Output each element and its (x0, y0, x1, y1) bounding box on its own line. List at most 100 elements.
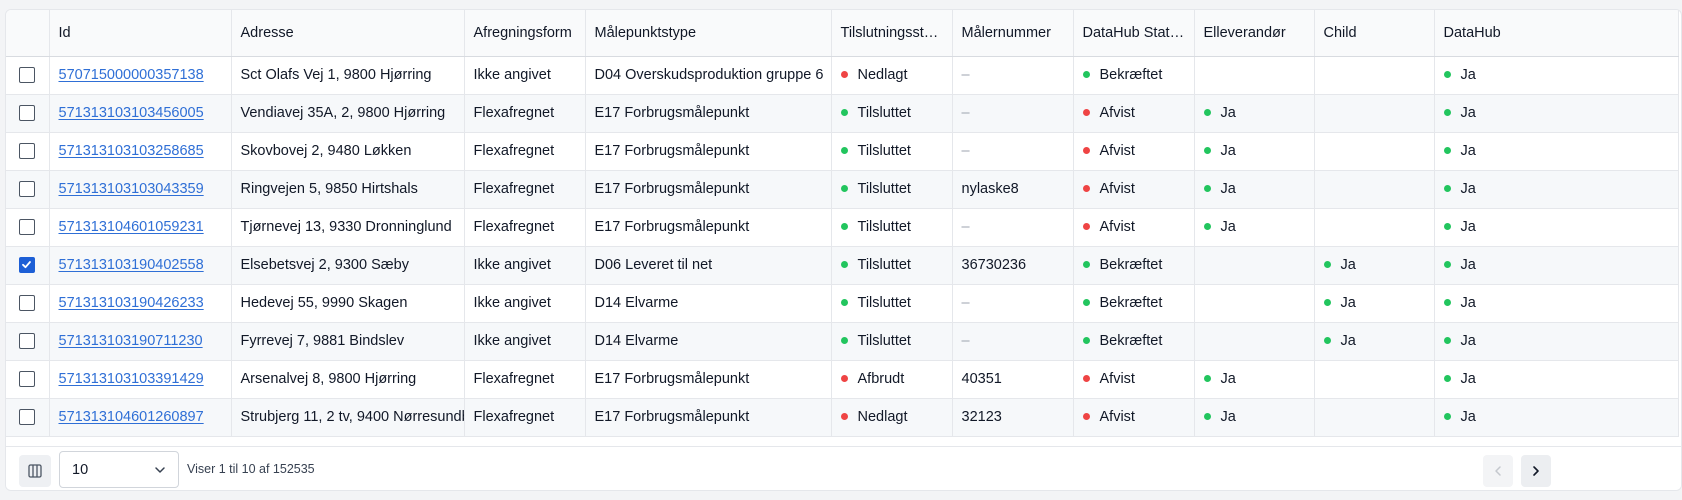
table-footer: 10 Viser 1 til 10 af 152535 (6, 446, 1681, 490)
metering-point-id-link[interactable]: 571313103190426233 (59, 295, 204, 311)
row-checkbox[interactable] (19, 333, 36, 350)
maalernummer-text: – (961, 333, 970, 349)
metering-point-id-link[interactable]: 571313104601260897 (59, 409, 204, 425)
elleverandor-text: Ja (1220, 371, 1236, 387)
table-row[interactable]: 571313103190402558 Elsebetsvej 2, 9300 Sæ… (6, 246, 1679, 285)
child-dot-icon (1323, 298, 1331, 306)
datahub-status-cell: Bekræftet (1073, 284, 1195, 323)
page-size-select[interactable]: 10 (59, 451, 179, 488)
maalernummer-text: – (961, 105, 970, 121)
column-header-elleverandor[interactable]: Elleverandør (1194, 10, 1315, 57)
column-header-tilslutningsstatus[interactable]: Tilslutningsstatus (831, 10, 953, 57)
column-header-adresse[interactable]: Adresse (231, 10, 465, 57)
row-checkbox[interactable] (19, 67, 36, 84)
row-checkbox[interactable] (19, 181, 36, 198)
maalernummer-cell: – (952, 208, 1074, 247)
tilslutningsstatus-cell: Tilsluttet (831, 170, 953, 209)
column-header-datahub[interactable]: DataHub (1434, 10, 1679, 57)
child-cell: Ja (1314, 246, 1435, 285)
tilslutningsstatus-dot-icon (840, 260, 848, 268)
datahub-status-cell: Bekræftet (1073, 56, 1195, 95)
metering-point-id-link[interactable]: 571313103103043359 (59, 181, 204, 197)
datahub-status-cell: Afvist (1073, 94, 1195, 133)
table-row[interactable]: 571313104601059231 Tjørnevej 13, 9330 Dro… (6, 208, 1679, 247)
column-header-child[interactable]: Child (1314, 10, 1435, 57)
maalernummer-text: 32123 (961, 409, 1002, 425)
metering-point-id-link[interactable]: 571313103103258685 (59, 143, 204, 159)
row-select-cell (6, 398, 50, 437)
adresse-cell: Strubjerg 11, 2 tv, 9400 Nørresundby (231, 398, 465, 437)
next-page-button[interactable] (1521, 455, 1551, 487)
child-dot-icon (1323, 336, 1331, 344)
datahub-status-cell: Afvist (1073, 398, 1195, 437)
tilslutningsstatus-cell: Tilsluttet (831, 322, 953, 361)
metering-point-id-link[interactable]: 571313103103456005 (59, 105, 204, 121)
column-header-datahub-status[interactable]: DataHub Status (1073, 10, 1195, 57)
child-text: Ja (1340, 295, 1356, 311)
metering-point-id-link[interactable]: 571313104601059231 (59, 219, 204, 235)
elleverandor-cell: Ja (1194, 208, 1315, 247)
row-checkbox[interactable] (19, 257, 36, 274)
tilslutningsstatus-text: Tilsluttet (857, 257, 911, 273)
metering-point-id-link[interactable]: 571313103190711230 (59, 333, 203, 349)
datahub-status-dot-icon (1082, 146, 1090, 154)
table-row[interactable]: 571313103190711230 Fyrrevej 7, 9881 Binds… (6, 322, 1679, 361)
elleverandor-cell (1194, 284, 1315, 323)
maalepunktstype-cell: E17 Forbrugsmålepunkt (585, 208, 832, 247)
column-header-maalepunktstype[interactable]: Målepunktstype (585, 10, 832, 57)
elleverandor-dot-icon (1203, 222, 1211, 230)
previous-page-button[interactable] (1483, 455, 1513, 487)
elleverandor-text: Ja (1220, 143, 1236, 159)
datahub-dot-icon (1443, 412, 1451, 420)
adresse-cell: Tjørnevej 13, 9330 Dronninglund (231, 208, 465, 247)
maalernummer-text: – (961, 67, 970, 83)
afregningsform-cell: Ikke angivet (464, 56, 586, 95)
tilslutningsstatus-dot-icon (840, 412, 848, 420)
afregningsform-cell: Ikke angivet (464, 284, 586, 323)
datahub-status-cell: Bekræftet (1073, 246, 1195, 285)
child-cell (1314, 56, 1435, 95)
row-checkbox[interactable] (19, 105, 36, 122)
elleverandor-cell: Ja (1194, 360, 1315, 399)
row-checkbox[interactable] (19, 295, 36, 312)
table-row[interactable]: 571313104601260897 Strubjerg 11, 2 tv, 94… (6, 398, 1679, 437)
datahub-text: Ja (1460, 333, 1476, 349)
row-checkbox[interactable] (19, 409, 36, 426)
metering-point-id-link[interactable]: 571313103103391429 (59, 371, 204, 387)
elleverandor-dot-icon (1203, 374, 1211, 382)
page-size-value: 10 (72, 461, 89, 478)
id-cell: 571313103103043359 (49, 170, 232, 209)
tilslutningsstatus-dot-icon (840, 184, 848, 192)
column-header-maalernummer[interactable]: Målernummer (952, 10, 1074, 57)
datahub-status-dot-icon (1082, 260, 1090, 268)
row-checkbox[interactable] (19, 371, 36, 388)
metering-point-id-link[interactable]: 570715000000357138 (59, 67, 204, 83)
maalepunktstype-cell: D06 Leveret til net (585, 246, 832, 285)
table-row[interactable]: 570715000000357138 Sct Olafs Vej 1, 9800 … (6, 56, 1679, 95)
row-checkbox[interactable] (19, 219, 36, 236)
table-row[interactable]: 571313103190426233 Hedevej 55, 9990 Skage… (6, 284, 1679, 323)
datahub-cell: Ja (1434, 360, 1679, 399)
row-select-cell (6, 360, 50, 399)
metering-point-id-link[interactable]: 571313103190402558 (59, 257, 204, 273)
column-toggle-button[interactable] (19, 455, 51, 487)
table-row[interactable]: 571313103103258685 Skovbovej 2, 9480 Løkk… (6, 132, 1679, 171)
row-checkbox[interactable] (19, 143, 36, 160)
datahub-dot-icon (1443, 184, 1451, 192)
datahub-text: Ja (1460, 409, 1476, 425)
tilslutningsstatus-text: Nedlagt (857, 67, 908, 83)
datahub-dot-icon (1443, 374, 1451, 382)
elleverandor-dot-icon (1203, 146, 1211, 154)
adresse-cell: Sct Olafs Vej 1, 9800 Hjørring (231, 56, 465, 95)
table-row[interactable]: 571313103103391429 Arsenalvej 8, 9800 Hjø… (6, 360, 1679, 399)
afregningsform-cell: Flexafregnet (464, 132, 586, 171)
datahub-dot-icon (1443, 146, 1451, 154)
column-header-afregningsform[interactable]: Afregningsform (464, 10, 586, 57)
data-table-card: Id Adresse Afregningsform Målepunktstype… (5, 9, 1682, 491)
table-row[interactable]: 571313103103456005 Vendiavej 35A, 2, 9800… (6, 94, 1679, 133)
maalernummer-text: 40351 (961, 371, 1002, 387)
datahub-cell: Ja (1434, 170, 1679, 209)
elleverandor-dot-icon (1203, 108, 1211, 116)
table-row[interactable]: 571313103103043359 Ringvejen 5, 9850 Hirt… (6, 170, 1679, 209)
column-header-id[interactable]: Id (49, 10, 232, 57)
